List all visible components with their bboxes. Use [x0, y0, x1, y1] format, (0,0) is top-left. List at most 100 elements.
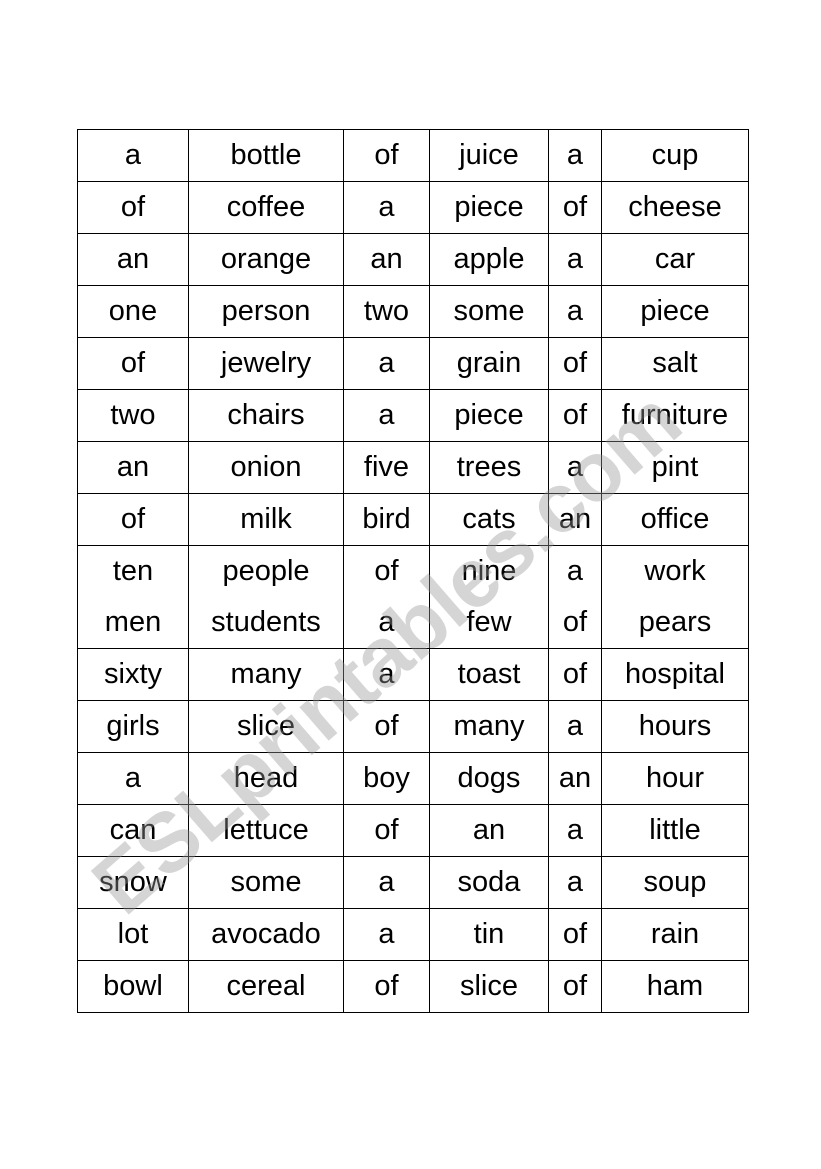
- word-cell[interactable]: a: [548, 129, 602, 182]
- word-cell[interactable]: a: [343, 337, 430, 390]
- word-cell[interactable]: chairs: [188, 389, 344, 442]
- word-cell[interactable]: of: [548, 389, 602, 442]
- word-cell[interactable]: of: [77, 493, 189, 546]
- word-cell[interactable]: a: [343, 856, 430, 909]
- word-cell[interactable]: a: [77, 752, 189, 805]
- word-cell[interactable]: an: [77, 441, 189, 494]
- word-cell[interactable]: tin: [429, 908, 549, 961]
- word-cell[interactable]: of: [343, 700, 430, 753]
- word-cell[interactable]: work pears: [601, 545, 749, 649]
- word-cell[interactable]: of: [548, 960, 602, 1013]
- word-cell[interactable]: of a: [343, 545, 430, 649]
- word-cell[interactable]: an: [77, 233, 189, 286]
- word-cell[interactable]: furniture: [601, 389, 749, 442]
- word-cell[interactable]: a: [343, 648, 430, 701]
- word-cell[interactable]: of: [548, 181, 602, 234]
- word-cell[interactable]: a: [77, 129, 189, 182]
- word-cell[interactable]: bird: [343, 493, 430, 546]
- word-cell[interactable]: of: [77, 181, 189, 234]
- word-cell[interactable]: of: [343, 804, 430, 857]
- word-cell[interactable]: of: [343, 129, 430, 182]
- word-cell[interactable]: of: [77, 337, 189, 390]
- word-cell[interactable]: a: [548, 233, 602, 286]
- word-cell[interactable]: cheese: [601, 181, 749, 234]
- word-cell[interactable]: toast: [429, 648, 549, 701]
- word-cell[interactable]: many: [429, 700, 549, 753]
- word-cell[interactable]: car: [601, 233, 749, 286]
- word-cell[interactable]: an: [548, 493, 602, 546]
- word-cell[interactable]: pint: [601, 441, 749, 494]
- word-cell[interactable]: a: [548, 700, 602, 753]
- word-cell[interactable]: two: [343, 285, 430, 338]
- worksheet-page: a bottle of juice a cup of coffee a piece of cheese…: [0, 0, 821, 1169]
- word-cell[interactable]: a of: [548, 545, 602, 649]
- word-cell[interactable]: girls: [77, 700, 189, 753]
- word-cell[interactable]: five: [343, 441, 430, 494]
- word-cell[interactable]: juice: [429, 129, 549, 182]
- word-cell[interactable]: two: [77, 389, 189, 442]
- word-cell[interactable]: apple: [429, 233, 549, 286]
- word-cell[interactable]: of: [548, 337, 602, 390]
- word-cell[interactable]: hours: [601, 700, 749, 753]
- word-cell[interactable]: an: [343, 233, 430, 286]
- word-cell[interactable]: soup: [601, 856, 749, 909]
- word-cell[interactable]: orange: [188, 233, 344, 286]
- word-cell[interactable]: ten men: [77, 545, 189, 649]
- word-cell[interactable]: little: [601, 804, 749, 857]
- word-cell[interactable]: piece: [429, 181, 549, 234]
- word-cell[interactable]: bowl: [77, 960, 189, 1013]
- word-cell[interactable]: dogs: [429, 752, 549, 805]
- word-cell[interactable]: some: [429, 285, 549, 338]
- word-cell[interactable]: a: [343, 389, 430, 442]
- word-cell[interactable]: many: [188, 648, 344, 701]
- word-cell[interactable]: a: [548, 856, 602, 909]
- table-row: lot avocado a tin of rain: [77, 908, 749, 961]
- word-cell[interactable]: coffee: [188, 181, 344, 234]
- word-cell[interactable]: rain: [601, 908, 749, 961]
- word-cell[interactable]: slice: [188, 700, 344, 753]
- word-cell[interactable]: lettuce: [188, 804, 344, 857]
- word-cell[interactable]: of: [548, 908, 602, 961]
- word-cell[interactable]: can: [77, 804, 189, 857]
- word-cell[interactable]: some: [188, 856, 344, 909]
- word-cell[interactable]: cats: [429, 493, 549, 546]
- word-cell[interactable]: cup: [601, 129, 749, 182]
- word-cell-line: men: [104, 606, 162, 638]
- word-cell[interactable]: head: [188, 752, 344, 805]
- word-cell[interactable]: snow: [77, 856, 189, 909]
- word-cell[interactable]: ham: [601, 960, 749, 1013]
- word-cell[interactable]: a: [343, 181, 430, 234]
- word-cell[interactable]: grain: [429, 337, 549, 390]
- word-cell[interactable]: person: [188, 285, 344, 338]
- word-cell[interactable]: a: [548, 441, 602, 494]
- word-cell[interactable]: hour: [601, 752, 749, 805]
- word-cell[interactable]: piece: [601, 285, 749, 338]
- word-cell[interactable]: jewelry: [188, 337, 344, 390]
- word-cell[interactable]: an: [429, 804, 549, 857]
- word-cell[interactable]: avocado: [188, 908, 344, 961]
- word-cell[interactable]: boy: [343, 752, 430, 805]
- word-cell[interactable]: cereal: [188, 960, 344, 1013]
- word-cell[interactable]: of: [548, 648, 602, 701]
- word-cell[interactable]: one: [77, 285, 189, 338]
- word-cell[interactable]: a: [548, 285, 602, 338]
- word-cell[interactable]: an: [548, 752, 602, 805]
- word-cell[interactable]: people students: [188, 545, 344, 649]
- word-cell[interactable]: soda: [429, 856, 549, 909]
- word-cell[interactable]: a: [343, 908, 430, 961]
- word-cell[interactable]: bottle: [188, 129, 344, 182]
- table-row: an onion five trees a pint: [77, 441, 749, 494]
- word-cell[interactable]: trees: [429, 441, 549, 494]
- word-cell[interactable]: slice: [429, 960, 549, 1013]
- word-cell[interactable]: onion: [188, 441, 344, 494]
- word-cell[interactable]: sixty: [77, 648, 189, 701]
- word-cell[interactable]: piece: [429, 389, 549, 442]
- word-cell[interactable]: office: [601, 493, 749, 546]
- word-cell[interactable]: salt: [601, 337, 749, 390]
- word-cell[interactable]: lot: [77, 908, 189, 961]
- word-cell[interactable]: a: [548, 804, 602, 857]
- word-cell[interactable]: milk: [188, 493, 344, 546]
- word-cell[interactable]: hospital: [601, 648, 749, 701]
- word-cell[interactable]: nine few: [429, 545, 549, 649]
- word-cell[interactable]: of: [343, 960, 430, 1013]
